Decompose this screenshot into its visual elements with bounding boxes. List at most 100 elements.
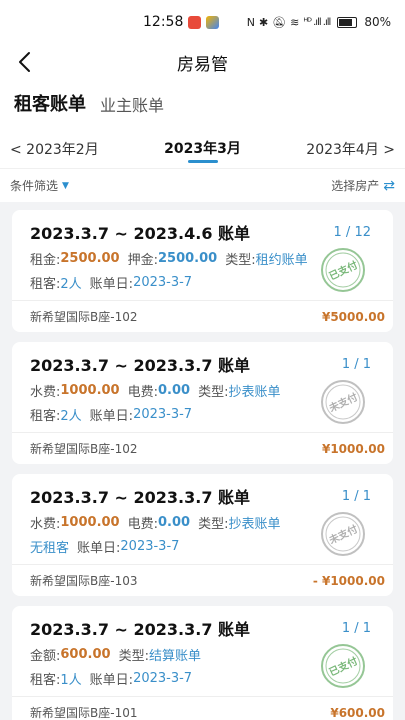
current-month-indicator xyxy=(188,160,218,163)
bill-title: 2023.3.7 ~ 2023.3.7 账单 xyxy=(30,356,251,375)
electric-fee-label: 电费: xyxy=(127,517,158,532)
bill-amount: ¥5000.00 xyxy=(321,309,385,324)
bill-date-label: 账单日: xyxy=(77,541,121,556)
status-time: 12:58 xyxy=(143,14,184,30)
type-label: 类型: xyxy=(225,253,256,268)
filter-bar: 条件筛选 ▼ 选择房产 ⇄ xyxy=(0,168,405,202)
nfc-icon: N xyxy=(246,15,255,29)
status-right: N ✱ 🔕︎ ≋ ᴴᴰ .ıll .ıll 80% xyxy=(247,15,391,29)
bill-card[interactable]: 2023.3.7 ~ 2023.3.7 账单 1 / 1 水费: 1000.00… xyxy=(12,342,393,464)
bill-title: 2023.3.7 ~ 2023.3.7 账单 xyxy=(30,620,251,639)
bill-card-footer: 新希望国际B座-102 ¥1000.00 xyxy=(12,432,393,464)
type-label: 类型: xyxy=(118,649,149,664)
status-left: 12:58 xyxy=(143,14,220,30)
bill-card-body: 2023.3.7 ~ 2023.4.6 账单 1 / 12 租金: 2500.0… xyxy=(12,210,393,300)
stamp-text: 未支付 xyxy=(326,390,360,415)
bill-amount: - ¥1000.00 xyxy=(312,573,385,588)
nav-bar: 房易管 xyxy=(0,44,405,80)
unpaid-stamp-icon: 未支付 xyxy=(319,378,367,426)
app-notification-icon xyxy=(206,15,220,29)
bill-card-header: 2023.3.7 ~ 2023.3.7 账单 1 / 1 xyxy=(30,616,377,640)
bill-page-count: 1 / 1 xyxy=(341,620,371,636)
status-bar: 12:58 N ✱ 🔕︎ ≋ ᴴᴰ .ıll .ıll 80% xyxy=(0,0,405,44)
tenant-value: 1人 xyxy=(60,673,82,688)
bill-card[interactable]: 2023.3.7 ~ 2023.4.6 账单 1 / 12 租金: 2500.0… xyxy=(12,210,393,332)
deposit-label: 押金: xyxy=(127,253,158,268)
amount-label: 金额: xyxy=(30,649,61,664)
rent-value: 2500.00 xyxy=(60,251,120,266)
bill-date-value: 2023-3-7 xyxy=(133,275,193,290)
electric-fee-value: 0.00 xyxy=(158,383,191,398)
tab-landlord-bills[interactable]: 业主账单 xyxy=(100,92,164,116)
type-value: 租约账单 xyxy=(255,253,308,268)
app-notification-icon xyxy=(188,15,202,29)
bill-card[interactable]: 2023.3.7 ~ 2023.3.7 账单 1 / 1 水费: 1000.00… xyxy=(12,474,393,596)
next-month-button[interactable]: 2023年4月 > xyxy=(306,139,395,159)
electric-fee-label: 电费: xyxy=(127,385,158,400)
wifi-icon: ≋ xyxy=(290,15,300,29)
type-value: 抄表账单 xyxy=(228,385,281,400)
stamp-text: 已支付 xyxy=(327,654,360,678)
bill-card-header: 2023.3.7 ~ 2023.4.6 账单 1 / 12 xyxy=(30,220,377,244)
bill-date-value: 2023-3-7 xyxy=(133,671,193,686)
property-address: 新希望国际B座-103 xyxy=(30,574,138,588)
bill-card-header: 2023.3.7 ~ 2023.3.7 账单 1 / 1 xyxy=(30,352,377,376)
select-property-button[interactable]: 选择房产 ⇄ xyxy=(331,177,395,194)
bluetooth-icon: ✱ xyxy=(258,15,269,29)
bill-list: 2023.3.7 ~ 2023.4.6 账单 1 / 12 租金: 2500.0… xyxy=(0,202,405,720)
type-label: 类型: xyxy=(198,385,229,400)
bill-amount: ¥600.00 xyxy=(330,705,385,720)
bill-date-label: 账单日: xyxy=(89,409,134,424)
bill-card-footer: 新希望国际B座-102 ¥5000.00 xyxy=(12,300,393,332)
property-address: 新希望国际B座-101 xyxy=(30,706,138,720)
paid-stamp-icon: 已支付 xyxy=(319,246,367,294)
type-value: 结算账单 xyxy=(148,649,201,664)
battery-icon xyxy=(337,16,358,28)
property-address: 新希望国际B座-102 xyxy=(30,310,138,324)
bill-card-body: 2023.3.7 ~ 2023.3.7 账单 1 / 1 金额: 600.00 … xyxy=(12,606,393,696)
stamp-text: 已支付 xyxy=(327,258,360,282)
signal-icon: ᴴᴰ .ıll .ıll xyxy=(303,16,331,28)
bill-title: 2023.3.7 ~ 2023.3.7 账单 xyxy=(30,488,251,507)
bill-card[interactable]: 2023.3.7 ~ 2023.3.7 账单 1 / 1 金额: 600.00 … xyxy=(12,606,393,720)
bill-page-count: 1 / 1 xyxy=(341,488,371,504)
type-label: 类型: xyxy=(198,517,229,532)
bill-title: 2023.3.7 ~ 2023.4.6 账单 xyxy=(30,224,251,243)
tenant-value: 2人 xyxy=(60,277,82,292)
bill-amount: ¥1000.00 xyxy=(321,441,385,456)
bill-date-label: 账单日: xyxy=(89,277,134,292)
tenant-label: 租客: xyxy=(30,277,61,292)
water-fee-label: 水费: xyxy=(30,385,61,400)
bill-card-header: 2023.3.7 ~ 2023.3.7 账单 1 / 1 xyxy=(30,484,377,508)
tenant-value: 2人 xyxy=(60,409,82,424)
bill-page-count: 1 / 12 xyxy=(333,224,371,240)
bill-card-body: 2023.3.7 ~ 2023.3.7 账单 1 / 1 水费: 1000.00… xyxy=(12,474,393,564)
bill-card-footer: 新希望国际B座-103 - ¥1000.00 xyxy=(12,564,393,596)
swap-icon: ⇄ xyxy=(383,177,395,194)
tab-tenant-bills[interactable]: 租客账单 xyxy=(14,90,86,116)
battery-percent: 80% xyxy=(364,15,391,29)
no-tenant-value: 无租客 xyxy=(30,541,70,556)
bill-date-value: 2023-3-7 xyxy=(133,407,193,422)
water-fee-value: 1000.00 xyxy=(60,515,120,530)
bill-date-value: 2023-3-7 xyxy=(120,539,180,554)
electric-fee-value: 0.00 xyxy=(158,515,191,530)
bill-card-footer: 新希望国际B座-101 ¥600.00 xyxy=(12,696,393,720)
amount-value: 600.00 xyxy=(60,647,111,662)
bill-type-tabs: 租客账单 业主账单 xyxy=(0,80,405,126)
condition-filter-button[interactable]: 条件筛选 ▼ xyxy=(10,177,69,194)
bill-page-count: 1 / 1 xyxy=(341,356,371,372)
bill-date-label: 账单日: xyxy=(89,673,134,688)
triangle-down-icon: ▼ xyxy=(62,180,69,191)
water-fee-label: 水费: xyxy=(30,517,61,532)
paid-stamp-icon: 已支付 xyxy=(319,642,367,690)
rent-label: 租金: xyxy=(30,253,61,268)
select-property-label: 选择房产 xyxy=(331,179,380,193)
unpaid-stamp-icon: 未支付 xyxy=(319,510,367,558)
bill-card-body: 2023.3.7 ~ 2023.3.7 账单 1 / 1 水费: 1000.00… xyxy=(12,342,393,432)
stamp-text: 未支付 xyxy=(326,522,360,547)
page-title: 房易管 xyxy=(177,55,228,75)
mute-icon: 🔕︎ xyxy=(272,15,287,29)
tenant-label: 租客: xyxy=(30,409,61,424)
month-selector: < 2023年2月 2023年3月 2023年4月 > xyxy=(0,126,405,168)
